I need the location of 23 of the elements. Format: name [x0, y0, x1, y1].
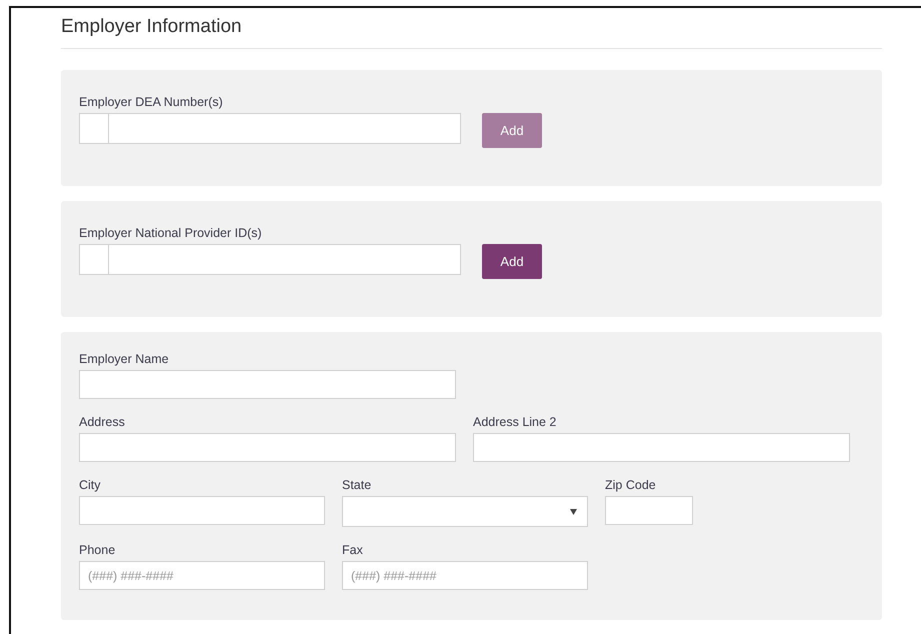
input-field[interactable]: (###) ###-#### [342, 561, 588, 590]
input-field[interactable] [79, 244, 461, 275]
field-label: Employer DEA Number(s) [79, 95, 224, 109]
field-label: Employer National Provider ID(s) [79, 226, 263, 240]
input-field[interactable] [605, 496, 693, 525]
field-label: Address [79, 415, 126, 429]
field-label: Employer Name [79, 352, 170, 366]
field-label: Phone [79, 543, 116, 557]
state-dropdown[interactable] [342, 496, 588, 527]
field-label: Address Line 2 [473, 415, 558, 429]
input-field[interactable]: (###) ###-#### [79, 561, 325, 590]
add-button[interactable]: Add [482, 244, 542, 279]
field-label: State [342, 478, 372, 492]
section-heading: Employer Information [61, 8, 882, 49]
input-field[interactable] [79, 496, 325, 525]
caret-icon [570, 509, 577, 515]
field-label: City [79, 478, 102, 492]
input-field[interactable] [79, 433, 456, 462]
input-field[interactable] [473, 433, 850, 462]
input-field[interactable] [79, 370, 456, 399]
input-field[interactable] [79, 113, 461, 144]
field-label: Zip Code [605, 478, 657, 492]
field-label: Fax [342, 543, 364, 557]
